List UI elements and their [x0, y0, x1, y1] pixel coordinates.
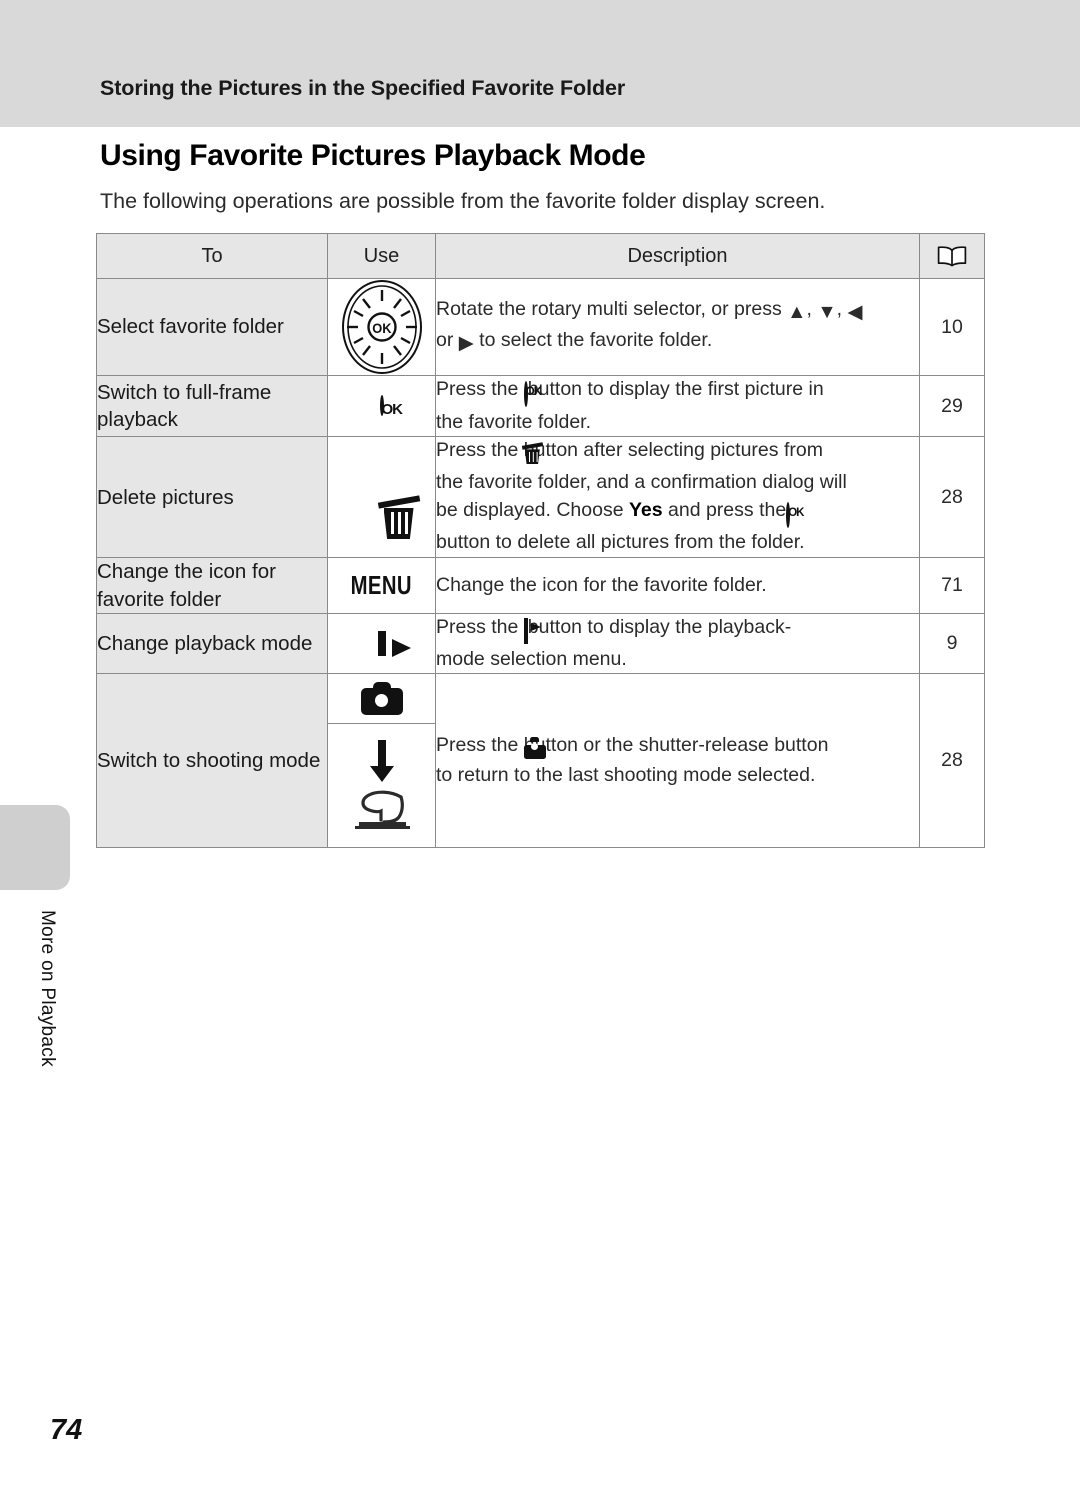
ok-button-icon	[786, 501, 791, 528]
description-line: Change the icon for the favorite folder.	[436, 573, 767, 596]
description-line: button to delete all pictures from the f…	[436, 531, 805, 554]
row-action-label: Change playback mode	[96, 613, 328, 675]
row-action-label: Change the icon for favorite folder	[96, 557, 328, 615]
description-line: the favorite folder.	[436, 410, 592, 433]
description-line: Press the button after selecting picture…	[436, 437, 919, 469]
row-use-control: MENU	[327, 557, 436, 615]
intro-paragraph: The following operations are possible fr…	[100, 189, 826, 213]
page-number: 74	[50, 1414, 83, 1446]
row-action-label: Select favorite folder	[96, 278, 328, 376]
description-line: Press the button to display the first pi…	[436, 376, 919, 409]
row-page-reference: 10	[919, 278, 985, 376]
row-page-reference: 28	[919, 673, 985, 849]
row-action-label: Switch to shooting mode	[96, 673, 328, 849]
description-line: Press the button to display the playback…	[436, 614, 919, 646]
shutter-release-icon[interactable]	[351, 789, 413, 831]
page-header-band: Storing the Pictures in the Specified Fa…	[0, 0, 1080, 127]
playback-button-icon	[523, 618, 528, 645]
column-header-to: To	[96, 233, 328, 279]
down-arrow-icon: ▼	[817, 301, 837, 324]
column-header-description: Description	[435, 233, 920, 279]
column-header-use: Use	[327, 233, 436, 279]
left-arrow-icon: ◀	[847, 301, 863, 324]
up-arrow-icon: ▲	[787, 301, 807, 324]
ok-button-icon	[523, 381, 528, 407]
rotary-multi-selector-icon[interactable]: OK	[328, 279, 435, 375]
open-book-icon	[937, 245, 967, 267]
table-row: Change the icon for favorite folder MENU…	[96, 557, 985, 615]
row-action-label: Switch to full-frame playback	[96, 374, 328, 438]
row-page-reference: 28	[919, 436, 985, 559]
camera-button-cell	[328, 674, 435, 725]
description-line: Rotate the rotary multi selector, or pre…	[436, 296, 919, 327]
description-line: mode selection menu.	[436, 647, 627, 670]
table-row: Switch to shooting mode Press the button…	[96, 673, 985, 849]
playback-button-icon[interactable]	[377, 630, 386, 656]
table-header-row: To Use Description	[96, 233, 985, 279]
right-arrow-icon: ▶	[458, 332, 474, 354]
description-line: the favorite folder, and a confirmation …	[436, 471, 847, 494]
row-description: Press the button to display the playback…	[435, 613, 920, 675]
row-page-reference: 29	[919, 374, 985, 438]
running-title: Storing the Pictures in the Specified Fa…	[100, 76, 626, 100]
row-page-reference: 9	[919, 613, 985, 675]
row-use-control	[327, 613, 436, 675]
row-description: Press the button after selecting picture…	[435, 436, 920, 559]
row-use-control	[327, 436, 436, 559]
yes-emphasis: Yes	[628, 498, 663, 521]
row-description: Rotate the rotary multi selector, or pre…	[435, 278, 920, 376]
row-use-control: OK	[327, 278, 436, 376]
row-action-label: Delete pictures	[96, 436, 328, 559]
description-line: or ▶ to select the favorite folder.	[436, 327, 919, 358]
section-tab-label: More on Playback	[37, 910, 58, 1067]
table-row: Change playback mode Press the button to…	[96, 613, 985, 675]
section-thumb-tab	[0, 805, 70, 890]
row-description: Press the button to display the first pi…	[435, 374, 920, 438]
ok-button-icon[interactable]	[379, 395, 384, 417]
table-row: Switch to full-frame playback Press the …	[96, 374, 985, 438]
shutter-release-cell	[328, 724, 435, 847]
column-header-reference	[919, 233, 985, 279]
table-row: Select favorite folder OK Rotate the rot…	[96, 278, 985, 376]
description-line: Press the button or the shutter-release …	[436, 732, 919, 763]
row-description: Press the button or the shutter-release …	[435, 673, 920, 849]
description-line: be displayed. Choose Yes and press the	[436, 497, 919, 530]
table-row: Delete pictures Press the button after s…	[96, 436, 985, 559]
operations-table: To Use Description Select favorite folde…	[96, 233, 985, 849]
menu-button-icon[interactable]: MENU	[351, 570, 412, 601]
row-page-reference: 71	[919, 557, 985, 615]
row-use-control	[327, 673, 436, 849]
camera-button-icon[interactable]	[360, 682, 403, 716]
svg-text:OK: OK	[372, 321, 392, 337]
description-line: to return to the last shooting mode sele…	[436, 764, 816, 787]
down-arrow-icon	[369, 740, 395, 789]
row-description: Change the icon for the favorite folder.	[435, 557, 920, 615]
row-use-control	[327, 374, 436, 438]
page-title: Using Favorite Pictures Playback Mode	[100, 139, 646, 172]
